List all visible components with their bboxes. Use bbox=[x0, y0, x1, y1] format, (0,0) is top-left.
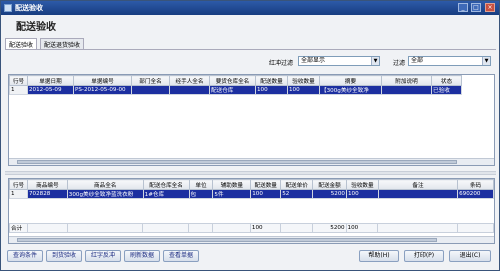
horizontal-scrollbar[interactable] bbox=[9, 236, 494, 243]
column-header[interactable]: 配送单价 bbox=[280, 179, 314, 190]
column-header[interactable]: 单位 bbox=[188, 179, 214, 190]
row-number: 1 bbox=[9, 189, 28, 199]
column-header[interactable]: 经手人全名 bbox=[169, 75, 210, 86]
cell: 已验收 bbox=[431, 85, 462, 95]
cell: 5200 bbox=[312, 189, 347, 199]
cell: 1#仓库 bbox=[142, 189, 190, 199]
column-header[interactable]: 配送仓库全名 bbox=[142, 179, 190, 190]
column-header[interactable]: 验收数量 bbox=[287, 75, 320, 86]
horizontal-scrollbar[interactable] bbox=[9, 158, 494, 165]
column-header[interactable]: 辅助数量 bbox=[212, 179, 252, 190]
cell: 包 bbox=[188, 189, 214, 199]
chevron-down-icon[interactable]: ▼ bbox=[371, 57, 379, 65]
red-filter-value: 全部显示 bbox=[301, 57, 326, 64]
cell: 【300g美纱全致净 bbox=[319, 85, 382, 95]
window-title: 配送验收 bbox=[15, 4, 43, 12]
cell: 100 bbox=[250, 189, 282, 199]
close-button[interactable]: × bbox=[485, 3, 495, 12]
cell: 100 bbox=[287, 85, 320, 95]
maximize-button[interactable]: □ bbox=[471, 3, 481, 12]
total-cell: 100 bbox=[249, 223, 281, 233]
cell: 配送仓库 bbox=[209, 85, 256, 95]
cell: 300g美纱全致净蓝洗衣粉 bbox=[66, 189, 144, 199]
header-row: 行号 商品编号 商品全名 配送仓库全名 单位 辅助数量 配送数量 配送单价 配送… bbox=[9, 179, 494, 190]
total-cell bbox=[26, 223, 68, 233]
column-header[interactable]: 要货仓库全名 bbox=[209, 75, 256, 86]
total-cell bbox=[457, 223, 494, 233]
column-header[interactable]: 行号 bbox=[9, 75, 28, 86]
table-row[interactable]: 1 2012-05-09 PS-2012-05-09-00 配送仓库 100 1… bbox=[9, 85, 462, 95]
title-bar: 配送验收 _ □ × bbox=[1, 1, 499, 15]
column-header[interactable]: 备注 bbox=[377, 179, 459, 190]
header-row: 行号 单据日期 单据编号 部门全名 经手人全名 要货仓库全名 配送数量 验收数量… bbox=[9, 75, 462, 86]
red-filter-select[interactable]: 全部显示 ▼ bbox=[298, 56, 380, 66]
column-header[interactable]: 配送数量 bbox=[255, 75, 288, 86]
cell: 5件 bbox=[212, 189, 252, 199]
arrival-acceptance-button[interactable]: 到货验收 bbox=[46, 250, 82, 262]
filter-label: 过滤 bbox=[393, 60, 406, 67]
cell bbox=[377, 189, 459, 199]
cell bbox=[381, 85, 432, 95]
column-header[interactable]: 状态 bbox=[431, 75, 462, 86]
column-header[interactable]: 行号 bbox=[9, 179, 28, 190]
total-cell: 5200 bbox=[311, 223, 347, 233]
cell bbox=[131, 85, 170, 95]
filter-select[interactable]: 全部 ▼ bbox=[408, 56, 491, 66]
chevron-down-icon[interactable]: ▼ bbox=[482, 57, 490, 65]
filter-value: 全部 bbox=[411, 57, 424, 64]
voucher-grid[interactable]: 行号 单据日期 单据编号 部门全名 经手人全名 要货仓库全名 配送数量 验收数量… bbox=[8, 74, 495, 166]
tab-delivery-return-acceptance[interactable]: 配送退货验收 bbox=[40, 38, 85, 49]
cell: 702828 bbox=[26, 189, 68, 199]
column-header[interactable]: 部门全名 bbox=[131, 75, 170, 86]
column-header[interactable]: 验收数量 bbox=[345, 179, 379, 190]
refresh-data-button[interactable]: 刷新数据 bbox=[124, 250, 160, 262]
column-header[interactable]: 单据日期 bbox=[27, 75, 74, 86]
app-icon bbox=[4, 4, 12, 12]
column-header[interactable]: 条码 bbox=[457, 179, 494, 190]
total-cell bbox=[142, 223, 190, 233]
column-header[interactable]: 配送数量 bbox=[250, 179, 282, 190]
view-voucher-button[interactable]: 查看单据 bbox=[163, 250, 199, 262]
cell: 2012-05-09 bbox=[27, 85, 74, 95]
row-number: 1 bbox=[9, 85, 28, 95]
column-header[interactable]: 附加说明 bbox=[381, 75, 432, 86]
minimize-button[interactable]: _ bbox=[458, 3, 468, 12]
cell: 690200 bbox=[457, 189, 494, 199]
exit-button[interactable]: 退出(C) bbox=[449, 250, 491, 262]
total-cell bbox=[377, 223, 459, 233]
splitter[interactable] bbox=[5, 171, 496, 175]
total-cell bbox=[279, 223, 313, 233]
total-cell bbox=[188, 223, 214, 233]
red-reversal-button[interactable]: 红字反冲 bbox=[85, 250, 121, 262]
cell: 100 bbox=[345, 189, 379, 199]
print-button[interactable]: 打印(P) bbox=[404, 250, 444, 262]
scroll-thumb[interactable] bbox=[17, 238, 437, 242]
cell: 52 bbox=[280, 189, 314, 199]
total-row-container: 合计 100 5200 100 bbox=[9, 223, 494, 233]
help-button[interactable]: 帮助(H) bbox=[359, 250, 399, 262]
app-window: 配送验收 _ □ × 配送验收 配送验收 配送退货验收 红冲过滤 全部显示 ▼ … bbox=[0, 0, 500, 271]
cell: 100 bbox=[255, 85, 288, 95]
column-header[interactable]: 商品全名 bbox=[66, 179, 144, 190]
table-row[interactable]: 1 702828 300g美纱全致净蓝洗衣粉 1#仓库 包 5件 100 52 … bbox=[9, 189, 494, 199]
red-filter-label: 红冲过滤 bbox=[269, 60, 294, 67]
total-row: 合计 100 5200 100 bbox=[9, 223, 494, 233]
detail-grid[interactable]: 行号 商品编号 商品全名 配送仓库全名 单位 辅助数量 配送数量 配送单价 配送… bbox=[8, 178, 495, 244]
column-header[interactable]: 配送金额 bbox=[312, 179, 347, 190]
cell: PS-2012-05-09-00 bbox=[73, 85, 132, 95]
cell bbox=[169, 85, 210, 95]
page-title: 配送验收 bbox=[16, 22, 56, 33]
total-cell bbox=[66, 223, 144, 233]
column-header[interactable]: 商品编号 bbox=[26, 179, 68, 190]
total-label: 合计 bbox=[9, 223, 28, 233]
total-cell: 100 bbox=[345, 223, 379, 233]
column-header[interactable]: 单据编号 bbox=[73, 75, 132, 86]
scroll-thumb[interactable] bbox=[17, 160, 457, 164]
query-conditions-button[interactable]: 查询条件 bbox=[7, 250, 43, 262]
column-header[interactable]: 摘要 bbox=[319, 75, 382, 86]
total-cell bbox=[212, 223, 251, 233]
